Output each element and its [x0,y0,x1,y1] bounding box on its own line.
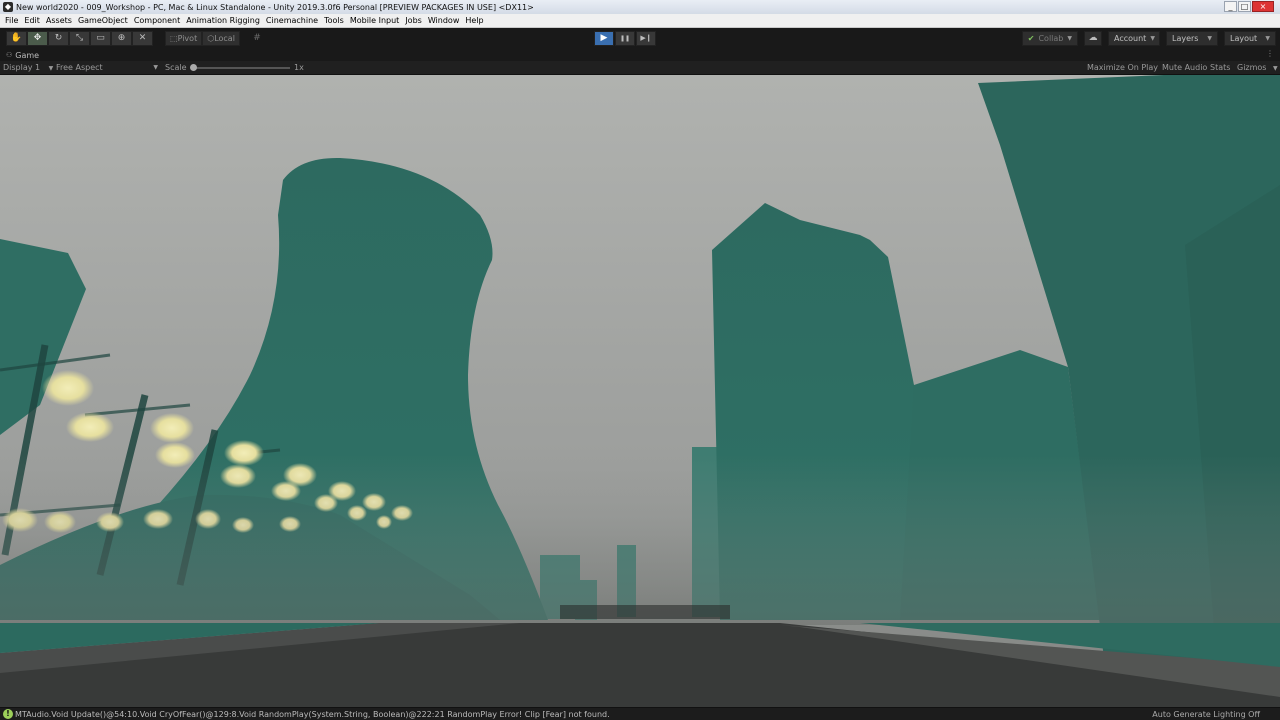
window-titlebar: ◆ New world2020 - 009_Workshop - PC, Mac… [0,0,1280,14]
pivot-toggle[interactable]: ⬚Pivot [165,31,203,46]
pause-button[interactable]: ❚❚ [615,31,635,46]
console-statusbar[interactable]: ! MTAudio.Void Update()@54:10.Void CryOf… [0,707,1280,720]
tab-game[interactable]: ⚇ Game [0,51,39,60]
game-view-toolbar: Display 1 ▼ Free Aspect ▼ Scale 1x Maxim… [0,61,1280,75]
maximize-button[interactable]: □ [1238,1,1251,12]
scale-value: 1x [294,63,304,72]
chevron-down-icon: ▼ [1067,35,1072,42]
scale-label: Scale [165,63,187,72]
hand-icon: ✋ [10,33,23,43]
menu-jobs[interactable]: Jobs [402,14,425,28]
gizmos-dropdown[interactable]: Gizmos ▼ [1237,62,1278,75]
horizon-fog [0,455,1280,625]
close-button[interactable]: × [1252,1,1274,12]
collab-dropdown[interactable]: ✔ Collab ▼ [1021,31,1078,46]
stats-toggle[interactable]: Stats [1210,62,1230,74]
horizon-shadow [560,605,730,619]
custom-tool-button[interactable]: ✕ [132,31,153,46]
step-button[interactable]: ▶❙ [636,31,656,46]
layout-label: Layout [1230,34,1258,43]
rect-icon: ▭ [96,33,105,43]
menu-component[interactable]: Component [131,14,183,28]
game-scene [0,75,1280,707]
menu-file[interactable]: File [2,14,21,28]
cloud-button[interactable]: ☁ [1084,31,1102,46]
pause-icon: ❚❚ [619,35,631,42]
auto-generate-lighting-status[interactable]: Auto Generate Lighting Off [1152,709,1260,720]
pivot-toggle-group: ⬚Pivot ⬡Local [165,31,240,46]
aspect-label: Free Aspect [56,63,103,72]
chevron-down-icon: ▼ [1273,65,1278,72]
transform-tools: ✋ ✥ ↻ ⤡ ▭ ⊕ ✕ [6,31,153,46]
scale-slider-handle[interactable] [190,64,197,71]
menu-tools[interactable]: Tools [321,14,347,28]
chevron-down-icon: ▼ [48,65,54,72]
menu-gameobject[interactable]: GameObject [75,14,131,28]
account-dropdown[interactable]: Account ▼ [1108,31,1160,46]
grid-icon: # [253,33,261,43]
rect-tool-button[interactable]: ▭ [90,31,111,46]
collab-label: Collab [1038,34,1064,43]
tab-menu-button[interactable]: ⋮ [1266,49,1274,58]
display-dropdown[interactable]: Display 1 ▼ [3,62,53,75]
layout-dropdown[interactable]: Layout ▼ [1224,31,1276,46]
menu-assets[interactable]: Assets [43,14,75,28]
play-icon: ▶ [600,33,608,43]
gizmos-label: Gizmos [1237,63,1267,72]
panel-tabbar: ⚇ Game ⋮ [0,49,1280,61]
kebab-menu-icon: ⋮ [1266,49,1274,58]
console-message-text: RandomPlay Error! Clip [Fear] not found. [444,709,610,719]
layers-dropdown[interactable]: Layers ▼ [1166,31,1218,46]
account-label: Account [1114,34,1147,43]
play-button[interactable]: ▶ [594,31,614,46]
rotate-icon: ↻ [54,33,63,43]
mute-audio-toggle[interactable]: Mute Audio [1162,62,1207,74]
tab-game-label: Game [15,50,40,60]
hand-tool-button[interactable]: ✋ [6,31,27,46]
unity-app-icon: ◆ [3,2,13,12]
rotate-tool-button[interactable]: ↻ [48,31,69,46]
info-icon: ! [3,709,13,719]
grid-snap-button[interactable]: # [249,31,265,46]
menubar: File Edit Assets GameObject Component An… [0,14,1280,28]
layers-label: Layers [1172,34,1199,43]
pivot-label: Pivot [177,34,198,43]
local-label: Local [214,34,235,43]
scale-slider-track[interactable] [192,67,290,69]
chevron-down-icon: ▼ [153,64,158,71]
pivot-icon: ⬚ [170,34,178,43]
cloud-icon: ☁ [1088,33,1098,43]
transform-tool-button[interactable]: ⊕ [111,31,132,46]
maximize-on-play-toggle[interactable]: Maximize On Play [1087,62,1158,74]
menu-help[interactable]: Help [462,14,486,28]
menu-animation-rigging[interactable]: Animation Rigging [183,14,263,28]
minimize-button[interactable]: _ [1224,1,1237,12]
window-title: New world2020 - 009_Workshop - PC, Mac &… [16,2,534,12]
account-tools: ✔ Collab ▼ ☁ Account ▼ Layers ▼ Layout ▼ [1021,31,1276,46]
move-tool-button[interactable]: ✥ [27,31,48,46]
playmode-controls: ▶ ❚❚ ▶❙ [594,31,656,46]
chevron-down-icon: ▼ [1207,35,1212,42]
custom-tool-icon: ✕ [138,33,147,43]
transform-icon: ⊕ [117,33,126,43]
main-toolbar: ✋ ✥ ↻ ⤡ ▭ ⊕ ✕ ⬚Pivot ⬡Local # ▶ ❚❚ ▶❙ ✔ … [0,28,1280,49]
chevron-down-icon: ▼ [1150,35,1155,42]
menu-mobile-input[interactable]: Mobile Input [347,14,403,28]
scale-icon: ⤡ [75,33,84,43]
local-toggle[interactable]: ⬡Local [202,31,240,46]
step-icon: ▶❙ [640,34,652,42]
gamepad-icon: ⚇ [6,51,13,59]
chevron-down-icon: ▼ [1265,35,1270,42]
display-label: Display 1 [3,63,41,72]
game-viewport[interactable] [0,75,1280,707]
console-message-stack: MTAudio.Void Update()@54:10.Void CryOfFe… [15,709,445,719]
collab-check-icon: ✔ [1027,34,1035,43]
menu-edit[interactable]: Edit [21,14,43,28]
console-last-message[interactable]: MTAudio.Void Update()@54:10.Void CryOfFe… [15,710,1165,719]
move-icon: ✥ [33,33,42,43]
scale-tool-button[interactable]: ⤡ [69,31,90,46]
menu-window[interactable]: Window [425,14,463,28]
menu-cinemachine[interactable]: Cinemachine [263,14,321,28]
aspect-dropdown[interactable]: Free Aspect ▼ [56,62,158,74]
